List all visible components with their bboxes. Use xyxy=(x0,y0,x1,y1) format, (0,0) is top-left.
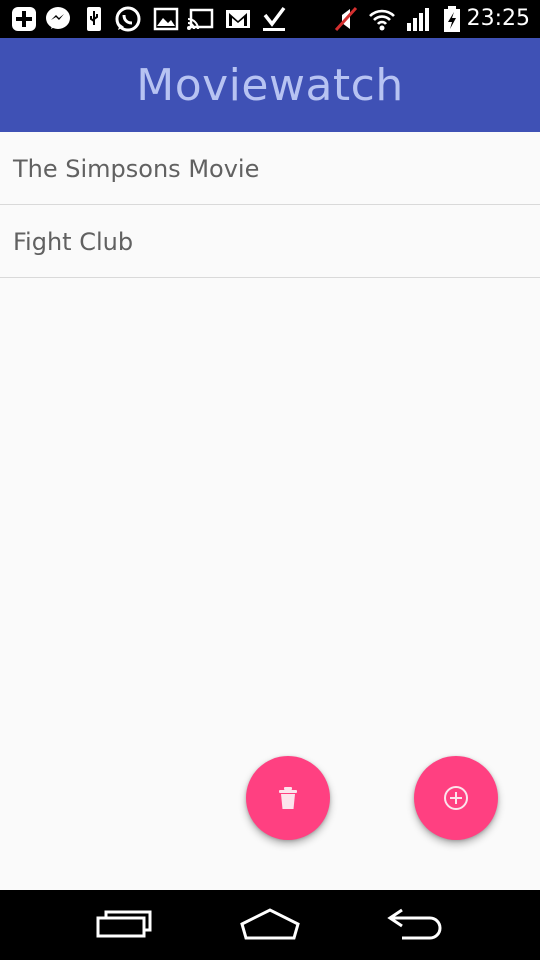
gmail-icon xyxy=(226,10,250,28)
list-item[interactable]: The Simpsons Movie xyxy=(0,132,540,205)
usb-icon xyxy=(87,7,101,31)
wifi-icon xyxy=(369,9,395,31)
whatsapp-icon xyxy=(115,6,141,32)
list-item[interactable]: Fight Club xyxy=(0,205,540,278)
add-circle-icon xyxy=(444,786,468,810)
signal-icon xyxy=(407,8,429,31)
download-done-icon xyxy=(263,6,286,31)
trash-icon xyxy=(279,787,297,809)
movie-title: The Simpsons Movie xyxy=(13,155,260,183)
home-icon[interactable] xyxy=(238,902,302,948)
app-title: Moviewatch xyxy=(136,60,404,111)
app-bar: Moviewatch xyxy=(0,38,540,132)
battery-charging-icon xyxy=(444,6,460,32)
back-icon[interactable] xyxy=(384,902,448,948)
cast-icon xyxy=(187,8,214,30)
image-icon xyxy=(153,7,179,31)
status-bar: 23:25 xyxy=(0,0,540,38)
movie-title: Fight Club xyxy=(13,228,134,256)
navigation-bar xyxy=(0,890,540,960)
recent-apps-icon[interactable] xyxy=(92,902,156,948)
add-box-icon xyxy=(12,7,36,31)
delete-button[interactable] xyxy=(246,756,330,840)
movie-list: The Simpsons Movie Fight Club xyxy=(0,132,540,278)
add-movie-button[interactable] xyxy=(414,756,498,840)
mute-icon xyxy=(334,6,358,32)
status-time: 23:25 xyxy=(466,6,530,31)
messenger-icon xyxy=(46,7,70,29)
